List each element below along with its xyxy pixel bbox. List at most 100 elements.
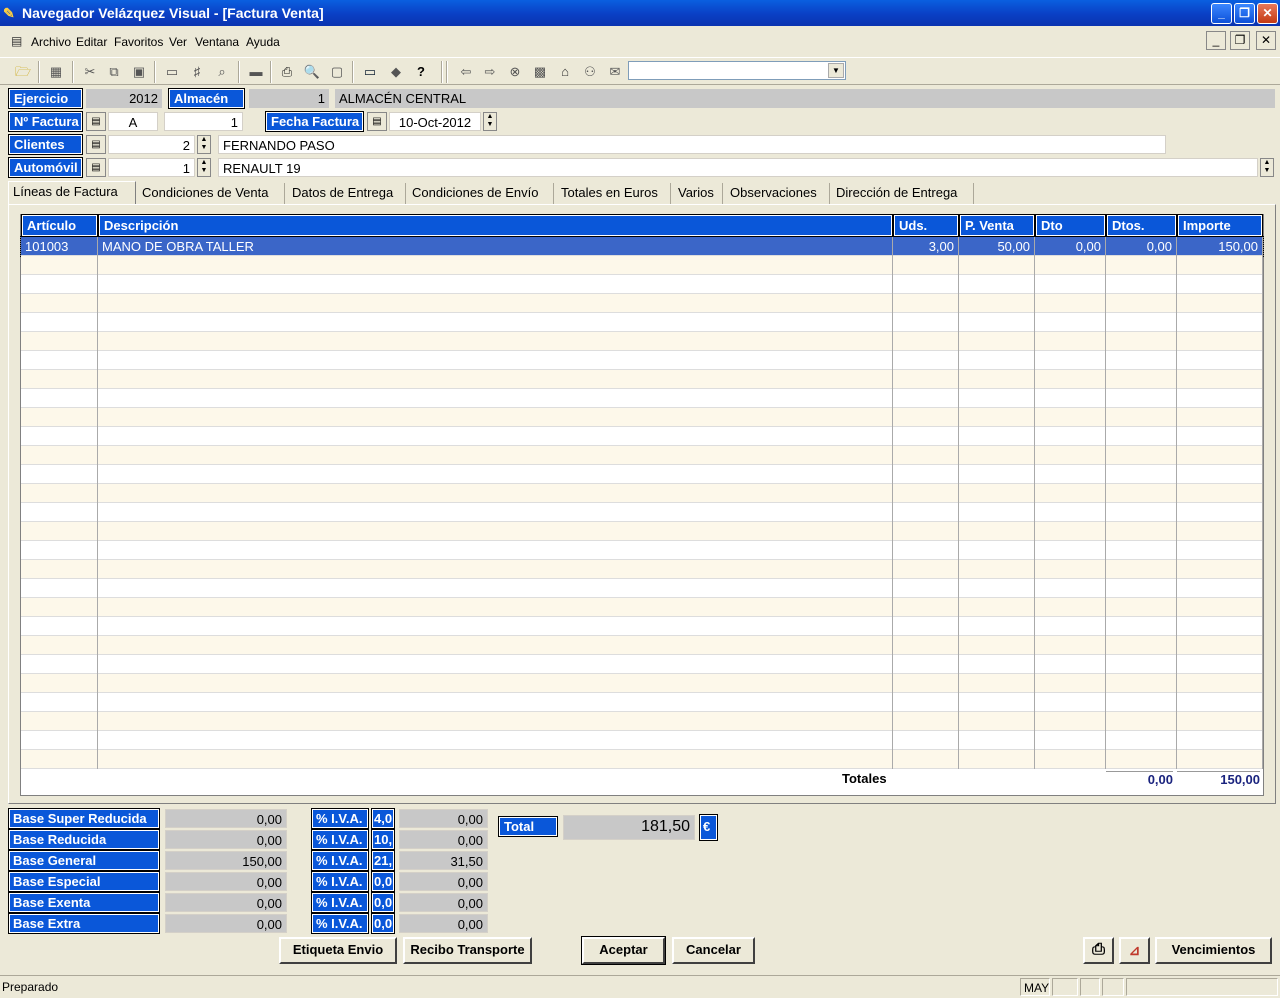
table-cell[interactable] bbox=[98, 351, 893, 370]
table-cell[interactable] bbox=[893, 541, 959, 560]
table-cell[interactable] bbox=[1035, 370, 1106, 389]
automovil-code-field[interactable]: 1 bbox=[108, 158, 195, 177]
table-cell[interactable] bbox=[21, 370, 98, 389]
table-cell[interactable] bbox=[21, 655, 98, 674]
table-row[interactable] bbox=[21, 731, 1263, 750]
table-cell[interactable] bbox=[893, 446, 959, 465]
col-header-uds[interactable]: Uds. bbox=[893, 214, 959, 237]
base-value[interactable]: 0,00 bbox=[165, 872, 287, 891]
cut-icon[interactable]: ✂ bbox=[80, 62, 100, 82]
table-cell[interactable] bbox=[893, 693, 959, 712]
table-cell[interactable] bbox=[98, 446, 893, 465]
table-cell[interactable] bbox=[21, 674, 98, 693]
factura-lookup-icon[interactable]: ▤ bbox=[86, 112, 106, 131]
table-row[interactable] bbox=[21, 541, 1263, 560]
table-cell[interactable] bbox=[893, 598, 959, 617]
table-row[interactable] bbox=[21, 465, 1263, 484]
table-row[interactable] bbox=[21, 370, 1263, 389]
table-cell[interactable] bbox=[893, 332, 959, 351]
table-cell[interactable] bbox=[1035, 617, 1106, 636]
serie-field[interactable]: A bbox=[108, 112, 158, 131]
table-cell[interactable] bbox=[1035, 750, 1106, 769]
table-cell[interactable] bbox=[959, 541, 1035, 560]
help-icon[interactable]: ? bbox=[411, 62, 431, 82]
table-cell[interactable] bbox=[21, 693, 98, 712]
table-cell[interactable]: 101003 bbox=[21, 237, 98, 256]
table-cell[interactable] bbox=[21, 332, 98, 351]
automovil-lookup-icon[interactable]: ▤ bbox=[86, 158, 106, 177]
base-value[interactable]: 0,00 bbox=[165, 830, 287, 849]
table-cell[interactable] bbox=[98, 617, 893, 636]
forward-arrow-icon[interactable]: ⇨ bbox=[480, 62, 500, 82]
table-cell[interactable] bbox=[959, 408, 1035, 427]
table-cell[interactable] bbox=[1177, 427, 1263, 446]
table-cell[interactable] bbox=[98, 731, 893, 750]
table-cell[interactable] bbox=[1035, 541, 1106, 560]
table-cell[interactable] bbox=[21, 541, 98, 560]
table-cell[interactable] bbox=[21, 408, 98, 427]
table-cell[interactable] bbox=[959, 750, 1035, 769]
table-cell[interactable] bbox=[21, 617, 98, 636]
col-header-articulo[interactable]: Artículo bbox=[21, 214, 98, 237]
table-cell[interactable] bbox=[893, 636, 959, 655]
table-row[interactable] bbox=[21, 598, 1263, 617]
table-cell[interactable] bbox=[959, 465, 1035, 484]
table-cell[interactable] bbox=[1035, 503, 1106, 522]
table-cell[interactable] bbox=[1177, 256, 1263, 275]
table-cell[interactable] bbox=[98, 256, 893, 275]
table-cell[interactable] bbox=[98, 275, 893, 294]
tab-datos-entrega[interactable]: Datos de Entrega bbox=[288, 183, 406, 205]
table-cell[interactable] bbox=[1035, 351, 1106, 370]
table-cell[interactable] bbox=[1177, 731, 1263, 750]
table-cell[interactable] bbox=[1106, 427, 1177, 446]
table-cell[interactable] bbox=[893, 294, 959, 313]
table-cell[interactable] bbox=[1035, 731, 1106, 750]
search-icon[interactable]: ⌕ bbox=[212, 62, 232, 82]
table-cell[interactable] bbox=[1106, 503, 1177, 522]
table-cell[interactable] bbox=[959, 275, 1035, 294]
table-cell[interactable] bbox=[959, 712, 1035, 731]
tab-totales-euros[interactable]: Totales en Euros bbox=[557, 183, 671, 205]
table-cell[interactable] bbox=[1106, 598, 1177, 617]
table-row[interactable]: 101003 MANO DE OBRA TALLER 3,00 50,00 0,00 0,… bbox=[20, 236, 1264, 257]
table-row[interactable] bbox=[21, 256, 1263, 275]
table-cell[interactable] bbox=[1035, 484, 1106, 503]
table-cell[interactable] bbox=[893, 579, 959, 598]
table-cell[interactable] bbox=[893, 750, 959, 769]
table-cell[interactable] bbox=[959, 446, 1035, 465]
table-row[interactable] bbox=[21, 636, 1263, 655]
table-cell[interactable] bbox=[959, 256, 1035, 275]
table-cell[interactable] bbox=[959, 427, 1035, 446]
numero-field[interactable]: 1 bbox=[164, 112, 243, 131]
tab-condiciones-envio[interactable]: Condiciones de Envío bbox=[408, 183, 554, 205]
table-row[interactable] bbox=[21, 294, 1263, 313]
table-cell[interactable] bbox=[1035, 465, 1106, 484]
stop-icon[interactable]: ⊗ bbox=[505, 62, 525, 82]
scanner-icon[interactable]: ▬ bbox=[246, 62, 266, 82]
table-cell[interactable] bbox=[959, 636, 1035, 655]
paste-icon[interactable]: ▣ bbox=[129, 62, 149, 82]
table-cell[interactable] bbox=[1177, 370, 1263, 389]
table-cell[interactable]: 50,00 bbox=[959, 237, 1035, 256]
table-cell[interactable] bbox=[1106, 655, 1177, 674]
table-cell[interactable] bbox=[1106, 275, 1177, 294]
col-header-descripcion[interactable]: Descripción bbox=[98, 214, 893, 237]
table-cell[interactable] bbox=[98, 750, 893, 769]
automovil-scroll[interactable]: ▲ ▼ bbox=[1260, 158, 1274, 177]
menu-ver[interactable]: Ver bbox=[169, 35, 187, 49]
table-cell[interactable] bbox=[1106, 522, 1177, 541]
table-cell[interactable] bbox=[98, 389, 893, 408]
table-cell[interactable] bbox=[1177, 503, 1263, 522]
table-cell[interactable] bbox=[1177, 389, 1263, 408]
aceptar-button[interactable]: Aceptar bbox=[581, 936, 666, 965]
menu-ventana[interactable]: Ventana bbox=[195, 35, 239, 49]
table-cell[interactable] bbox=[98, 712, 893, 731]
col-header-importe[interactable]: Importe bbox=[1177, 214, 1263, 237]
table-cell[interactable] bbox=[21, 750, 98, 769]
page-icon[interactable]: ▢ bbox=[327, 62, 347, 82]
table-cell[interactable] bbox=[1035, 332, 1106, 351]
table-cell[interactable] bbox=[1177, 446, 1263, 465]
recibo-transporte-button[interactable]: Recibo Transporte bbox=[403, 937, 532, 964]
table-cell[interactable] bbox=[21, 503, 98, 522]
table-cell[interactable] bbox=[1106, 294, 1177, 313]
